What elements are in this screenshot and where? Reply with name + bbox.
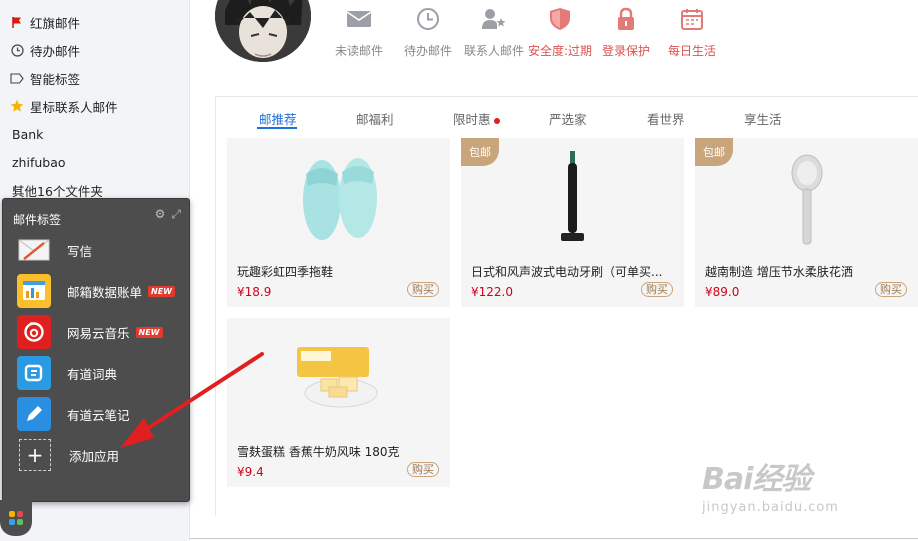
data-bill-icon [17, 274, 51, 308]
user-avatar[interactable] [215, 0, 311, 62]
buy-button[interactable]: 购买 [875, 282, 907, 297]
mail-app: 红旗邮件 待办邮件 智能标签 星标联系人邮件 Bank zhifubao ▸ 其… [0, 0, 918, 541]
sidebar-item-label: zhifubao [12, 154, 66, 170]
toolbar-label: 每日生活 [667, 44, 716, 58]
sidebar-item-label: 星标联系人邮件 [30, 99, 118, 115]
tab-mail-recommend[interactable]: 邮推荐 [259, 109, 297, 128]
toolbar-label: 联系人邮件 [463, 44, 524, 58]
product-price: ¥18.9 [237, 285, 272, 299]
tab-life[interactable]: 享生活 [744, 109, 782, 128]
toolbar-daily-life[interactable]: 每日生活 [656, 4, 728, 59]
product-price: ¥9.4 [237, 465, 264, 479]
sidebar-item-label: 红旗邮件 [30, 15, 81, 31]
clock-icon [10, 43, 24, 57]
sidebar-item-starred[interactable]: 星标联系人邮件 [10, 95, 118, 117]
toolbar-label: 待办邮件 [403, 44, 452, 58]
toolbar-label: 登录保护 [601, 44, 650, 58]
tab-mail-benefits[interactable]: 邮福利 [356, 109, 394, 128]
buy-button[interactable]: 购买 [641, 282, 673, 297]
calendar-icon [677, 4, 707, 34]
recommend-tabs: 邮推荐 邮福利 限时惠 严选家 看世界 享生活 [215, 100, 918, 134]
toolbar-todo[interactable]: 待办邮件 [392, 4, 464, 59]
baidu-jingyan-watermark: Bai经验 jingyan.baidu.com [702, 454, 839, 515]
product-name: 日式和风声波式电动牙刷（可单买... [471, 265, 663, 279]
toolbar-unread[interactable]: 未读邮件 [323, 4, 395, 59]
toolbar-security[interactable]: 安全度:过期 [524, 4, 596, 59]
expand-icon[interactable]: ⤢ [171, 207, 181, 222]
sidebar-item-todo[interactable]: 待办邮件 [10, 39, 80, 61]
app-write-letter[interactable]: 写信 [17, 233, 92, 267]
app-data-bill[interactable]: 邮箱数据账单 NEW [17, 274, 175, 308]
product-price: ¥89.0 [705, 285, 740, 299]
app-label: 邮箱数据账单 [67, 284, 143, 300]
product-card[interactable]: 包邮 越南制造 增压节水柔肤花洒 ¥89.0 购买 [695, 138, 918, 307]
tab-yanxuan[interactable]: 严选家 [549, 109, 587, 128]
toolbar-label: 未读邮件 [334, 44, 383, 58]
new-badge: NEW [148, 285, 175, 297]
free-shipping-tag: 包邮 [461, 138, 499, 166]
new-dot-icon [493, 117, 500, 124]
app-label: 写信 [67, 243, 93, 259]
tab-world[interactable]: 看世界 [647, 109, 685, 128]
envelope-icon [344, 4, 374, 34]
free-shipping-tag: 包邮 [695, 138, 733, 166]
sidebar-item-label: 其他16个文件夹 [12, 183, 103, 199]
product-price: ¥122.0 [471, 285, 513, 299]
red-flag-icon [10, 15, 24, 29]
annotation-arrow [120, 352, 264, 448]
write-letter-icon [17, 233, 51, 267]
divider [190, 538, 918, 539]
tag-icon [10, 71, 24, 85]
youdao-dict-icon [17, 356, 51, 390]
star-icon [10, 99, 24, 113]
gear-icon[interactable]: ⚙ [155, 207, 166, 222]
sidebar-item-flagged[interactable]: 红旗邮件 [10, 11, 80, 33]
toolbar-login-protect[interactable]: 登录保护 [590, 4, 662, 59]
app-launcher-button[interactable] [0, 500, 32, 536]
new-badge: NEW [135, 326, 163, 338]
sidebar-item-zhifubao[interactable]: zhifubao [12, 151, 66, 173]
apps-grid-icon [9, 511, 23, 525]
panel-tools: ⚙ ⤢ [155, 207, 181, 222]
product-name: 越南制造 增压节水柔肤花洒 [705, 265, 853, 279]
toolbar-contact-mail[interactable]: 联系人邮件 [458, 4, 530, 59]
tab-limited-offer[interactable]: 限时惠 [453, 109, 500, 128]
chevron-right-icon: ▸ [13, 185, 18, 195]
netease-music-icon [17, 315, 51, 349]
watermark-logo: Bai经验 [702, 462, 811, 497]
tab-label: 限时惠 [453, 112, 491, 127]
add-app-button[interactable]: + 添加应用 [19, 438, 119, 472]
app-label: 网易云音乐 [67, 325, 130, 341]
contact-star-icon [479, 4, 509, 34]
buy-button[interactable]: 购买 [407, 462, 439, 477]
slippers-image [227, 138, 450, 256]
sidebar-item-label: 待办邮件 [30, 43, 81, 59]
app-youdao-dict[interactable]: 有道词典 [17, 356, 117, 390]
product-name: 玩趣彩虹四季拖鞋 [237, 265, 334, 279]
panel-title: 邮件标签 [13, 213, 62, 227]
sidebar-item-bank[interactable]: Bank [12, 123, 43, 145]
sidebar-item-label: Bank [12, 126, 44, 142]
plus-icon: + [19, 439, 51, 471]
shield-icon [545, 4, 575, 34]
lock-icon [611, 4, 641, 34]
app-netease-music[interactable]: 网易云音乐 NEW [17, 315, 163, 349]
youdao-note-icon [17, 397, 51, 431]
product-card[interactable]: 玩趣彩虹四季拖鞋 ¥18.9 购买 [227, 138, 450, 307]
sidebar-item-smart-tags[interactable]: 智能标签 [10, 67, 80, 89]
product-card[interactable]: 包邮 日式和风声波式电动牙刷（可单买... ¥122.0 购买 [461, 138, 684, 307]
buy-button[interactable]: 购买 [407, 282, 439, 297]
watermark-url: jingyan.baidu.com [702, 500, 839, 515]
active-tab-underline [257, 127, 297, 129]
clock-icon [413, 4, 443, 34]
sidebar-item-label: 智能标签 [30, 71, 81, 87]
toolbar-label: 安全度:过期 [527, 44, 593, 58]
